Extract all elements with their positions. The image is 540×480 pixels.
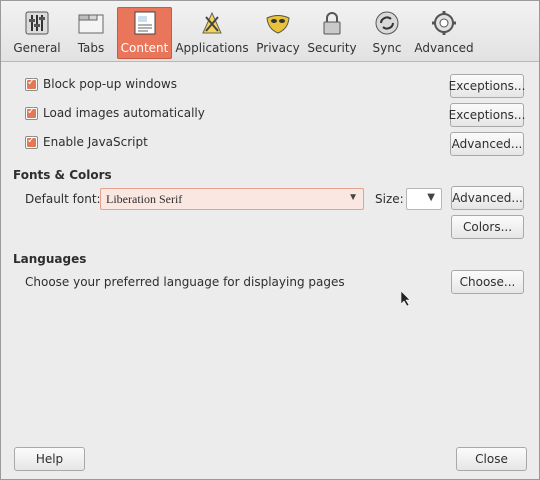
mouse-cursor-icon: [401, 291, 411, 307]
preferences-toolbar: General Tabs Content Applications Privac…: [1, 1, 539, 62]
choose-language-button[interactable]: Choose...: [451, 270, 524, 294]
font-size-select[interactable]: ▼: [406, 188, 442, 210]
default-font-label: Default font:: [25, 192, 101, 206]
sliders-icon: [25, 11, 49, 35]
preferences-window: General Tabs Content Applications Privac…: [0, 0, 540, 480]
tab-applications-label: Applications: [175, 41, 249, 55]
chevron-down-icon: ▼: [427, 192, 435, 203]
default-font-value: Liberation Serif: [106, 191, 183, 206]
javascript-label: Enable JavaScript: [43, 135, 148, 149]
tab-applications[interactable]: Applications: [175, 7, 249, 59]
tab-advanced[interactable]: Advanced: [414, 7, 474, 59]
close-button[interactable]: Close: [456, 447, 527, 471]
help-button[interactable]: Help: [14, 447, 85, 471]
languages-description: Choose your preferred language for displ…: [25, 275, 345, 289]
tab-sync-label: Sync: [372, 41, 402, 55]
tab-advanced-label: Advanced: [414, 41, 474, 55]
load-images-checkbox[interactable]: ✓: [25, 106, 38, 120]
images-exceptions-button[interactable]: Exceptions...: [449, 103, 525, 127]
tab-security[interactable]: Security: [307, 7, 357, 59]
content-icon: [134, 11, 155, 35]
tab-privacy[interactable]: Privacy: [256, 7, 300, 59]
tab-security-label: Security: [307, 41, 357, 55]
load-images-label: Load images automatically: [43, 106, 205, 120]
tab-general-label: General: [13, 41, 61, 55]
default-font-select[interactable]: Liberation Serif ▼: [100, 188, 364, 210]
javascript-advanced-button[interactable]: Advanced...: [450, 132, 524, 156]
fonts-colors-heading: Fonts & Colors: [13, 168, 112, 182]
colors-button[interactable]: Colors...: [451, 215, 524, 239]
javascript-row[interactable]: ✓ Enable JavaScript: [25, 135, 148, 149]
gear-icon: [432, 11, 456, 35]
mask-icon: [266, 15, 290, 34]
block-popups-row[interactable]: ✓ Block pop-up windows: [25, 77, 177, 91]
tab-privacy-label: Privacy: [256, 41, 300, 55]
applications-icon: [202, 11, 222, 34]
tab-sync[interactable]: Sync: [369, 7, 405, 59]
tab-general[interactable]: General: [9, 7, 65, 59]
chevron-down-icon: ▼: [348, 192, 358, 203]
tab-tabs-label: Tabs: [77, 41, 105, 55]
sync-icon: [375, 11, 399, 35]
tab-content[interactable]: Content: [117, 7, 172, 59]
load-images-row[interactable]: ✓ Load images automatically: [25, 106, 205, 120]
fonts-advanced-button[interactable]: Advanced...: [451, 186, 524, 210]
languages-heading: Languages: [13, 252, 87, 266]
size-label: Size:: [375, 192, 404, 206]
tab-content-label: Content: [120, 41, 169, 55]
block-popups-label: Block pop-up windows: [43, 77, 177, 91]
javascript-checkbox[interactable]: ✓: [25, 135, 38, 149]
tab-tabs[interactable]: Tabs: [71, 7, 111, 59]
block-popups-checkbox[interactable]: ✓: [25, 77, 38, 91]
lock-icon: [323, 12, 341, 35]
tabs-icon: [78, 14, 104, 34]
popup-exceptions-button[interactable]: Exceptions...: [449, 74, 525, 98]
